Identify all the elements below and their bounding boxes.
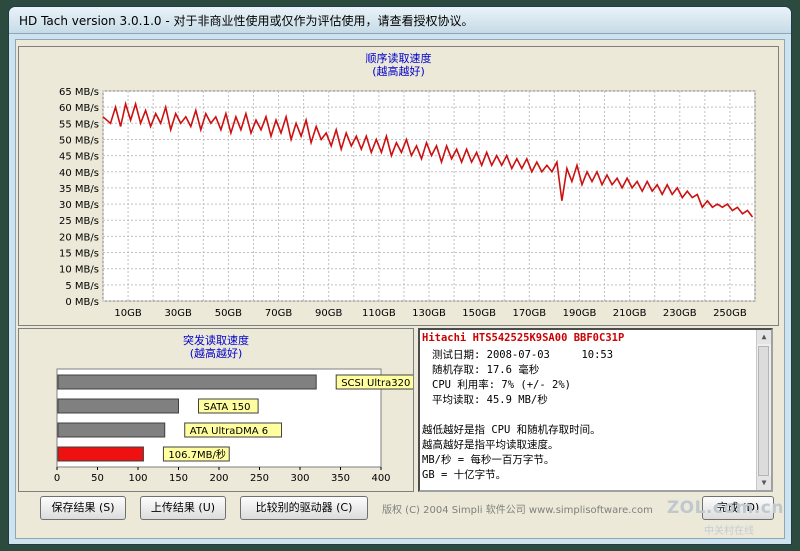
- scroll-up-icon[interactable]: ▲: [757, 330, 771, 344]
- title-bar[interactable]: HD Tach version 3.0.1.0 - 对于非商业性使用或仅作为评估…: [9, 7, 791, 34]
- y-tick-label: 60 MB/s: [59, 103, 99, 114]
- burst-x-tick-label: 300: [290, 473, 309, 484]
- x-tick-label: 170GB: [512, 308, 546, 319]
- y-tick-label: 65 MB/s: [59, 87, 99, 98]
- client-area: 顺序读取速度 (越高越好) 0 MB/s 5 MB/s 10 MB/s 15 MB/s…: [15, 39, 785, 539]
- cpu-usage: CPU 利用率: 7% (+/- 2%): [432, 379, 571, 391]
- y-tick-label: 10 MB/s: [59, 265, 99, 276]
- window-title: HD Tach version 3.0.1.0 - 对于非商业性使用或仅作为评估…: [19, 14, 474, 28]
- y-tick-label: 0 MB/s: [65, 297, 99, 308]
- app-window: HD Tach version 3.0.1.0 - 对于非商业性使用或仅作为评估…: [8, 6, 792, 545]
- burst-bar: [57, 374, 317, 390]
- test-date: 测试日期: 2008-07-03 10:53: [432, 349, 614, 361]
- compare-drives-button[interactable]: 比较别的驱动器 (C): [240, 496, 368, 520]
- results-text-box[interactable]: Hitachi HTS542525K9SA00 BBF0C31P 测试日期: 2…: [418, 328, 773, 492]
- burst-bar: [57, 446, 144, 462]
- y-tick-label: 5 MB/s: [65, 281, 99, 292]
- burst-x-tick-label: 250: [250, 473, 269, 484]
- y-tick-label: 25 MB/s: [59, 216, 99, 227]
- x-tick-label: 250GB: [713, 308, 747, 319]
- burst-x-tick-label: 150: [169, 473, 188, 484]
- burst-x-tick-label: 350: [331, 473, 350, 484]
- burst-x-tick-label: 0: [54, 473, 60, 484]
- y-tick-label: 15 MB/s: [59, 249, 99, 260]
- sequential-read-chart: 0 MB/s 5 MB/s 10 MB/s 15 MB/s 20 MB/s 25 MB/s…: [59, 87, 756, 319]
- note-lower-better: 越低越好是指 CPU 和随机存取时间。: [422, 424, 601, 436]
- x-tick-label: 130GB: [412, 308, 446, 319]
- x-tick-label: 230GB: [663, 308, 697, 319]
- drive-model: Hitachi HTS542525K9SA00 BBF0C31P: [422, 332, 625, 344]
- results-scrollbar[interactable]: ▲ ▼: [756, 330, 771, 490]
- x-tick-label: 150GB: [462, 308, 496, 319]
- x-tick-label: 190GB: [563, 308, 597, 319]
- scroll-down-icon[interactable]: ▼: [757, 476, 771, 490]
- y-tick-label: 50 MB/s: [59, 135, 99, 146]
- average-read: 平均读取: 45.9 MB/秒: [432, 394, 548, 406]
- burst-read-panel: 突发读取速度 (越高越好) 0 50 100 150 200 250 300 350 400 SC…: [18, 328, 414, 492]
- note-gb-definition: GB = 十亿字节。: [422, 469, 507, 481]
- burst-bar-label: SCSI Ultra320: [341, 378, 410, 389]
- burst-bar-label: SATA 150: [204, 402, 251, 413]
- burst-x-tick-label: 400: [371, 473, 390, 484]
- x-tick-label: 10GB: [114, 308, 141, 319]
- save-results-button[interactable]: 保存结果 (S): [40, 496, 126, 520]
- watermark-subtext: 中关村在线: [704, 526, 754, 537]
- burst-x-tick-label: 200: [209, 473, 228, 484]
- y-tick-label: 20 MB/s: [59, 232, 99, 243]
- burst-bar: [57, 422, 166, 438]
- sequential-read-panel: 顺序读取速度 (越高越好) 0 MB/s 5 MB/s 10 MB/s 15 MB/s…: [18, 46, 779, 326]
- burst-bar-label: 106.7MB/秒: [168, 448, 226, 461]
- x-tick-label: 30GB: [165, 308, 192, 319]
- watermark-logo: ZOL.com.cn: [666, 498, 784, 518]
- copyright-text: 版权 (C) 2004 Simpli 软件公司 www.simplisoftwa…: [382, 505, 653, 516]
- burst-bar: [57, 398, 179, 414]
- scroll-thumb[interactable]: [758, 346, 769, 476]
- y-tick-label: 55 MB/s: [59, 119, 99, 130]
- burst-bar-label: ATA UltraDMA 6: [190, 426, 268, 437]
- note-mb-definition: MB/秒 = 每秒一百万字节。: [422, 454, 555, 466]
- burst-x-tick-label: 100: [128, 473, 147, 484]
- x-tick-label: 50GB: [215, 308, 242, 319]
- upload-results-button[interactable]: 上传结果 (U): [140, 496, 226, 520]
- x-tick-label: 70GB: [265, 308, 292, 319]
- burst-read-chart: 0 50 100 150 200 250 300 350 400 SCSI Ultra320 SAT…: [54, 368, 413, 484]
- burst-x-tick-label: 50: [91, 473, 104, 484]
- x-tick-label: 90GB: [315, 308, 342, 319]
- y-tick-label: 30 MB/s: [59, 200, 99, 211]
- y-tick-label: 40 MB/s: [59, 168, 99, 179]
- y-tick-label: 45 MB/s: [59, 152, 99, 163]
- x-tick-label: 110GB: [362, 308, 396, 319]
- note-higher-better: 越高越好是指平均读取速度。: [422, 439, 559, 451]
- x-tick-label: 210GB: [613, 308, 647, 319]
- y-tick-label: 35 MB/s: [59, 184, 99, 195]
- random-access: 随机存取: 17.6 毫秒: [432, 364, 540, 376]
